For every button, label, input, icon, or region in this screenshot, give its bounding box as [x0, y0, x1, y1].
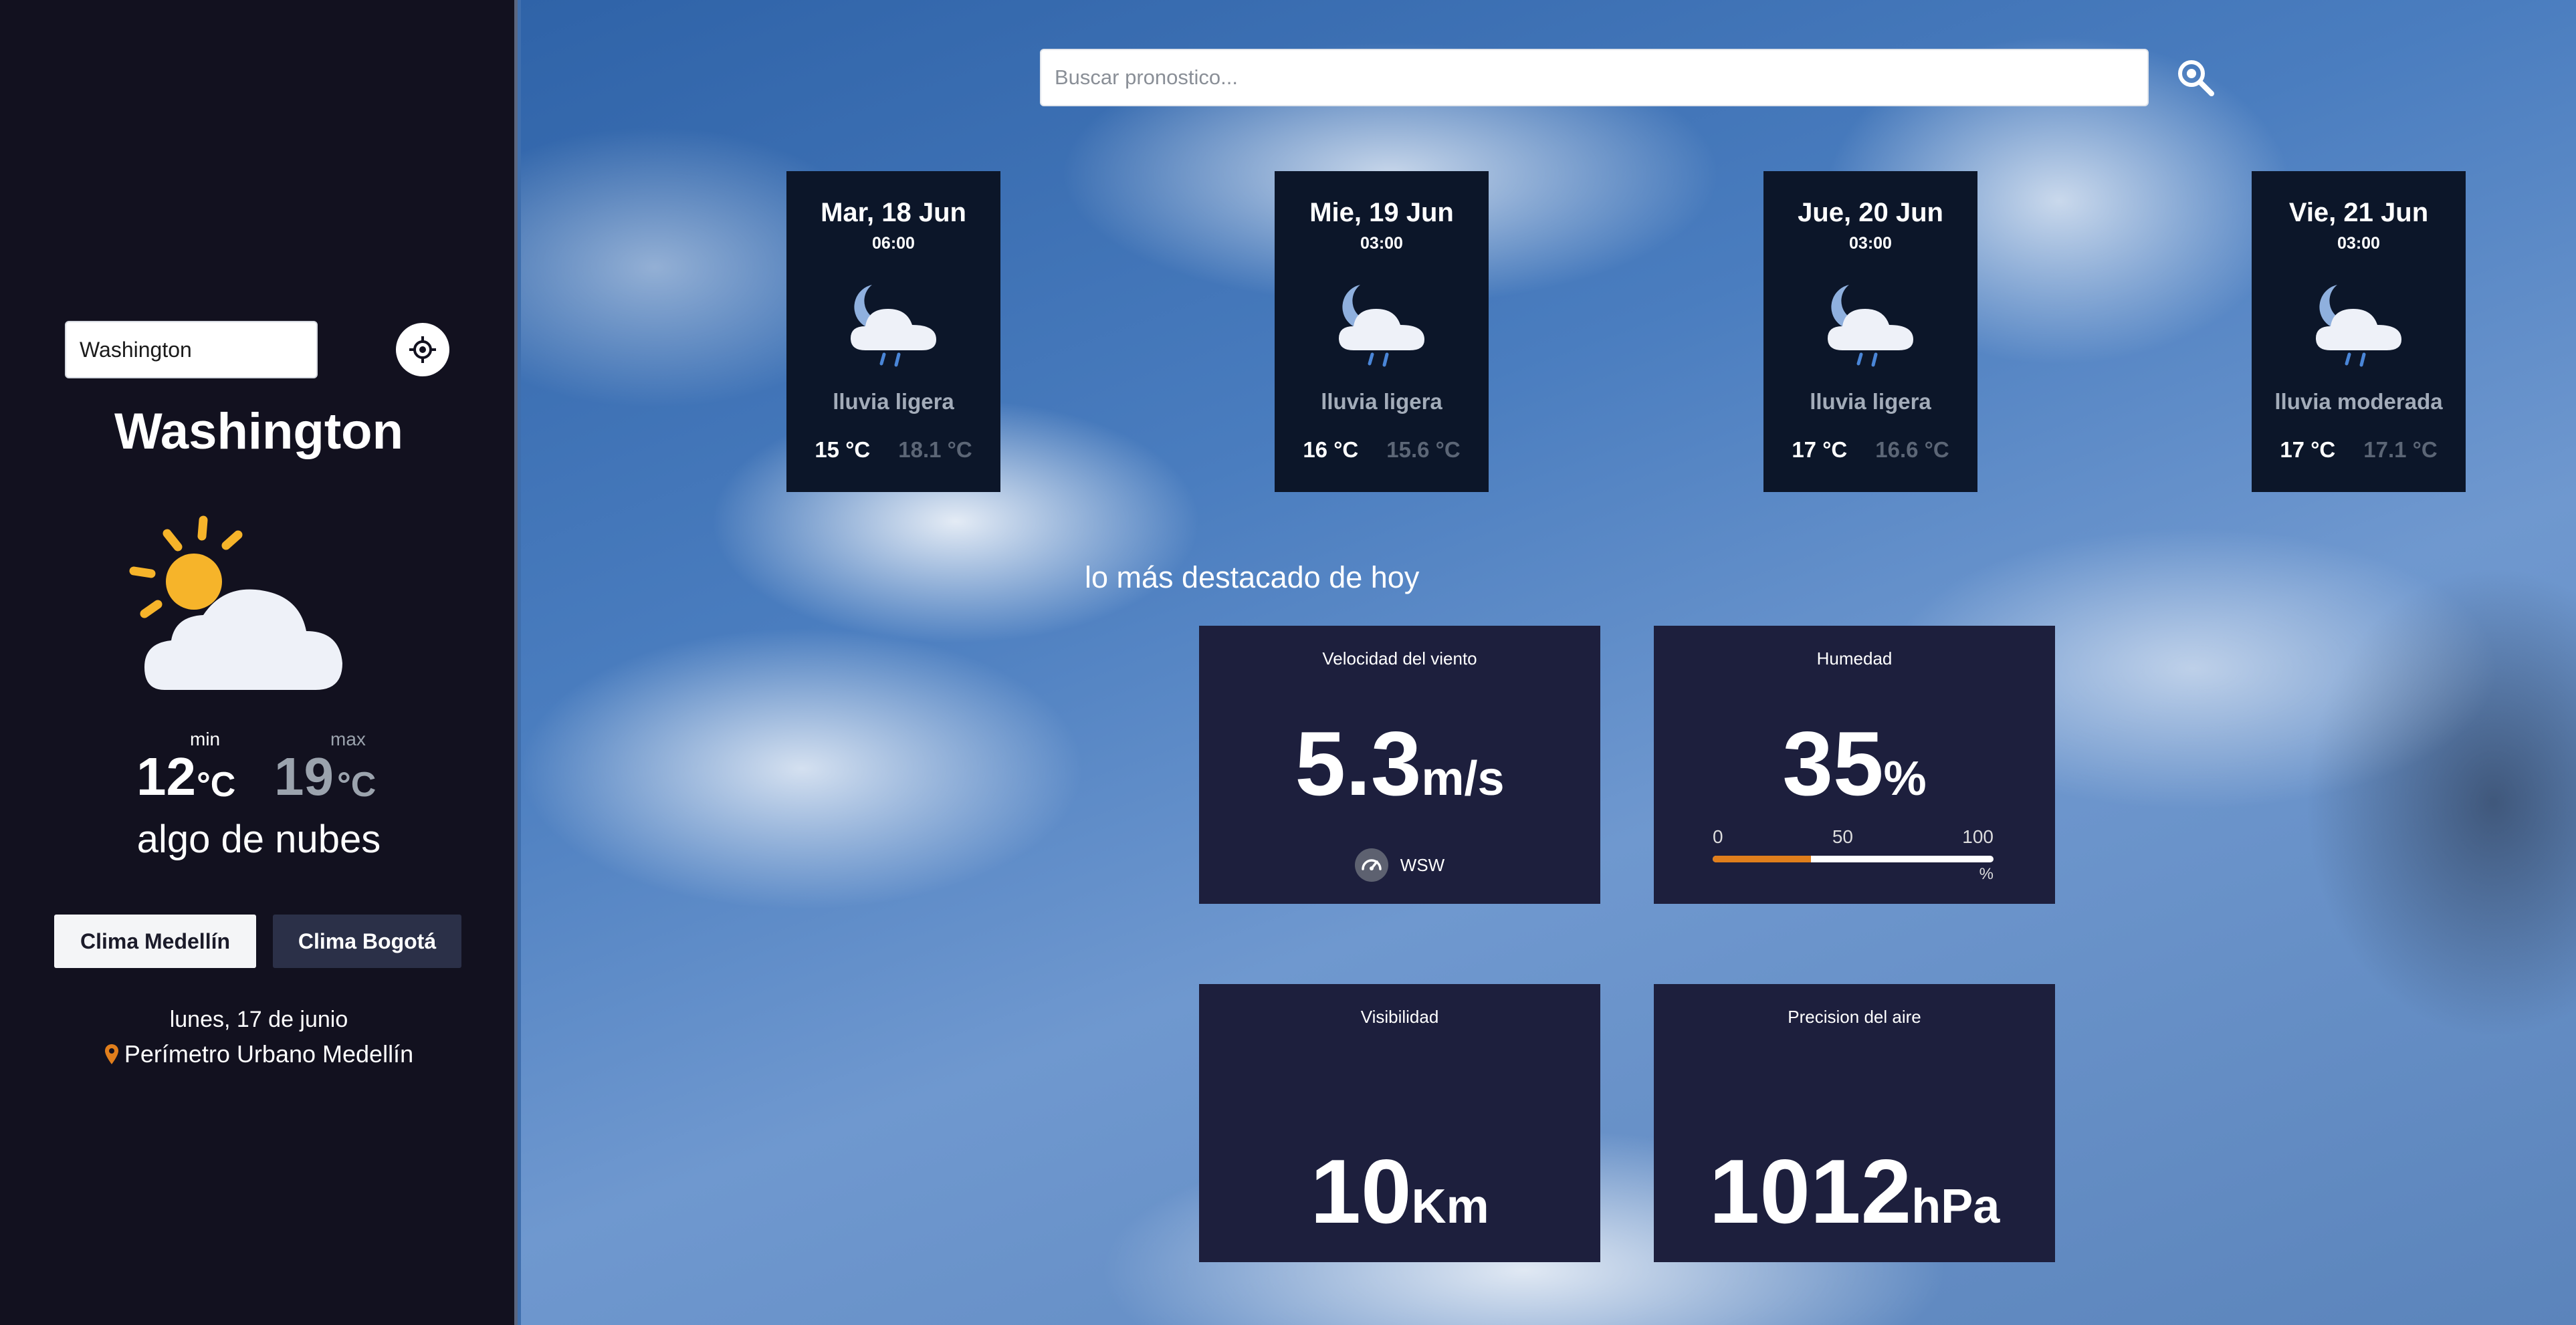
humidity-bar-track: [1713, 856, 1994, 862]
speedometer-icon: [1354, 848, 1388, 882]
forecast-temps: 15 °C 18.1 °C: [786, 437, 1000, 463]
forecast-min-temp: 16 °C: [1303, 437, 1359, 462]
city-input[interactable]: [65, 321, 318, 378]
forecast-card: Mar, 18 Jun 06:00 lluvia ligera 15 °C 18…: [786, 171, 1000, 492]
forecast-temps: 17 °C 16.6 °C: [1763, 437, 1977, 463]
city-name: Washington: [114, 403, 403, 460]
current-location-button[interactable]: [396, 323, 449, 376]
humidity-number: 35: [1782, 713, 1884, 814]
humidity-gauge: 0 50 100 %: [1713, 826, 1994, 884]
visibility-unit: Km: [1411, 1180, 1489, 1233]
forecast-max-temp: 16.6 °C: [1875, 437, 1949, 462]
humidity-scale-mid: 50: [1832, 826, 1853, 847]
sun-cloud-icon: [129, 515, 342, 690]
forecast-time: 03:00: [2337, 234, 2380, 253]
forecast-description: lluvia ligera: [1810, 389, 1931, 414]
forecast-description: lluvia moderada: [2274, 389, 2443, 414]
location-pin-icon: [104, 1044, 118, 1064]
search-input[interactable]: [1040, 49, 2149, 106]
forecast-time: 03:00: [1360, 234, 1403, 253]
air-pressure-card: Precision del aire 1012hPa: [1654, 984, 2055, 1262]
forecast-min-temp: 15 °C: [815, 437, 871, 462]
humidity-scale-min: 0: [1713, 826, 1723, 847]
search-icon: [2178, 60, 2214, 96]
temp-min: 12 min °C: [136, 730, 243, 804]
medellin-weather-button[interactable]: Clima Medellín: [54, 915, 256, 968]
forecast-date: Jue, 20 Jun: [1798, 198, 1943, 227]
current-date: lunes, 17 de junio: [169, 1007, 348, 1032]
night-rain-icon: [851, 285, 936, 367]
temp-min-value: 12: [136, 747, 196, 806]
current-location: Perímetro Urbano Medellín: [0, 1040, 518, 1068]
wind-direction-label: WSW: [1400, 854, 1445, 875]
air-pressure-value: 1012hPa: [1654, 1139, 2055, 1243]
sidebar: Washington 12 min °C 19 max °C algo de n…: [0, 0, 518, 1325]
visibility-number: 10: [1310, 1140, 1412, 1242]
humidity-scale: 0 50 100: [1713, 826, 1994, 848]
temp-max-unit: °C: [337, 765, 377, 804]
temp-min-label: min: [190, 729, 221, 749]
wind-speed-label: Velocidad del viento: [1322, 648, 1477, 669]
humidity-unit: %: [1883, 752, 1927, 806]
main-panel: Mar, 18 Jun 06:00 lluvia ligera 15 °C 18…: [521, 0, 2576, 1325]
search-button[interactable]: [2173, 55, 2218, 100]
temp-max: 19 max °C: [274, 730, 388, 804]
weather-condition: algo de nubes: [136, 818, 381, 861]
forecast-min-temp: 17 °C: [2280, 437, 2336, 462]
forecast-card: Jue, 20 Jun 03:00 lluvia ligera 17 °C 16…: [1763, 171, 1977, 492]
highlights-title: lo más destacado de hoy: [1085, 560, 1420, 594]
wind-direction: WSW: [1199, 848, 1600, 882]
temp-min-unit: °C: [197, 765, 236, 804]
crosshair-icon: [409, 336, 436, 363]
temp-max-label: max: [330, 729, 366, 749]
visibility-value: 10Km: [1199, 1139, 1600, 1243]
forecast-date: Vie, 21 Jun: [2288, 198, 2429, 227]
night-rain-icon: [1828, 285, 1913, 367]
night-rain-icon: [2316, 285, 2401, 367]
air-pressure-label: Precision del aire: [1788, 1007, 1921, 1027]
air-pressure-number: 1012: [1709, 1140, 1912, 1242]
wind-speed-value: 5.3m/s: [1199, 711, 1600, 816]
wind-speed-card: Velocidad del viento 5.3m/s WSW: [1199, 626, 1600, 904]
forecast-temps: 16 °C 15.6 °C: [1275, 437, 1489, 463]
forecast-description: lluvia ligera: [833, 389, 954, 414]
night-rain-icon: [1339, 285, 1424, 367]
forecast-card: Mie, 19 Jun 03:00 lluvia ligera 16 °C 15…: [1275, 171, 1489, 492]
location-label: Perímetro Urbano Medellín: [124, 1040, 414, 1068]
visibility-card: Visibilidad 10Km: [1199, 984, 1600, 1262]
visibility-label: Visibilidad: [1360, 1007, 1439, 1027]
forecast-date: Mar, 18 Jun: [821, 198, 966, 227]
humidity-bar-fill: [1713, 856, 1811, 862]
forecast-max-temp: 17.1 °C: [2363, 437, 2438, 462]
humidity-card: Humedad 35% 0 50 100 %: [1654, 626, 2055, 904]
wind-speed-unit: m/s: [1421, 752, 1505, 806]
forecast-description: lluvia ligera: [1321, 389, 1442, 414]
forecast-card: Vie, 21 Jun 03:00 lluvia moderada 17 °C …: [2252, 171, 2466, 492]
temp-max-value: 19: [274, 747, 334, 806]
air-pressure-unit: hPa: [1911, 1180, 2000, 1233]
forecast-max-temp: 15.6 °C: [1386, 437, 1461, 462]
humidity-value: 35%: [1654, 711, 2055, 816]
forecast-time: 06:00: [872, 234, 915, 253]
forecast-date: Mie, 19 Jun: [1309, 198, 1454, 227]
bogota-weather-button[interactable]: Clima Bogotá: [273, 915, 461, 968]
humidity-scale-unit: %: [1979, 865, 1994, 883]
forecast-min-temp: 17 °C: [1792, 437, 1848, 462]
forecast-time: 03:00: [1849, 234, 1892, 253]
humidity-scale-max: 100: [1962, 826, 1994, 847]
forecast-temps: 17 °C 17.1 °C: [2252, 437, 2466, 463]
forecast-max-temp: 18.1 °C: [898, 437, 972, 462]
humidity-label: Humedad: [1816, 648, 1893, 669]
wind-speed-number: 5.3: [1295, 713, 1422, 814]
